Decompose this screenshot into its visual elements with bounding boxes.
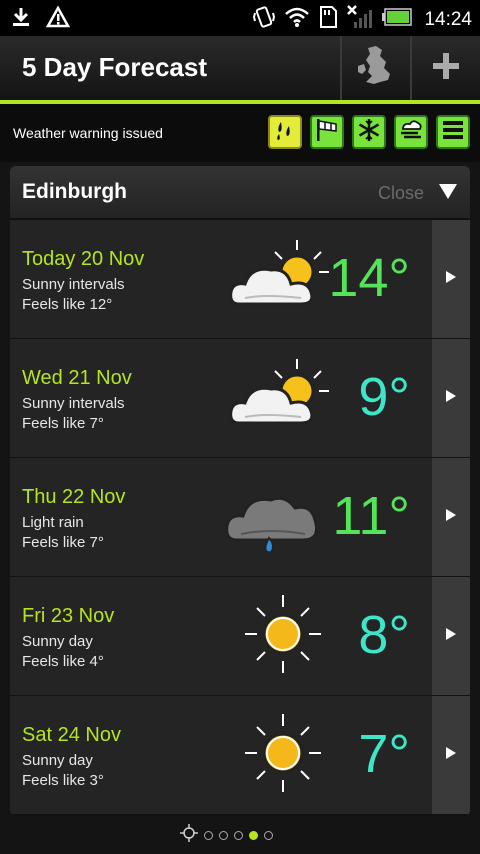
menu-button[interactable] bbox=[436, 115, 470, 149]
sunny-intervals-icon bbox=[225, 351, 335, 441]
status-time: 14:24 bbox=[424, 8, 472, 30]
status-bar: 14:24 bbox=[0, 0, 480, 36]
light-rain-icon bbox=[225, 470, 335, 560]
forecast-temperature: 7° bbox=[358, 724, 410, 784]
warning-bar: Weather warning issued bbox=[0, 104, 480, 162]
forecast-feels-like: Feels like 7° bbox=[22, 534, 104, 551]
no-signal-icon bbox=[346, 4, 374, 35]
triangle-right-icon bbox=[445, 627, 457, 646]
vibrate-icon bbox=[252, 5, 276, 34]
app-header: 5 Day Forecast bbox=[0, 36, 480, 100]
download-icon bbox=[10, 6, 32, 33]
forecast-feels-like: Feels like 7° bbox=[22, 415, 104, 432]
location-header[interactable]: Edinburgh Close bbox=[10, 166, 470, 220]
forecast-temperature: 8° bbox=[358, 605, 410, 665]
triangle-down-icon[interactable] bbox=[438, 182, 458, 205]
warning-text: Weather warning issued bbox=[13, 125, 163, 141]
page-dot[interactable] bbox=[204, 831, 213, 840]
page-title: 5 Day Forecast bbox=[22, 52, 207, 82]
fog-warning-button[interactable] bbox=[394, 115, 428, 149]
alert-triangle-icon bbox=[45, 5, 71, 33]
uk-map-icon bbox=[356, 44, 396, 93]
row-expand-button[interactable] bbox=[432, 220, 470, 338]
page-dot[interactable] bbox=[219, 831, 228, 840]
snow-warning-icon bbox=[356, 117, 382, 148]
row-expand-button[interactable] bbox=[432, 339, 470, 457]
add-location-button[interactable] bbox=[410, 36, 480, 100]
sun-icon bbox=[225, 589, 335, 679]
row-expand-button[interactable] bbox=[432, 696, 470, 814]
page-dot[interactable] bbox=[249, 831, 258, 840]
forecast-feels-like: Feels like 3° bbox=[22, 772, 104, 789]
battery-icon bbox=[382, 8, 413, 31]
locate-icon[interactable] bbox=[180, 824, 198, 847]
menu-icon bbox=[441, 119, 465, 146]
rain-warning-icon bbox=[273, 118, 297, 147]
close-button[interactable]: Close bbox=[378, 183, 424, 204]
forecast-row[interactable]: Thu 22 Nov Light rain Feels like 7° 11° bbox=[10, 458, 470, 578]
forecast-date: Wed 21 Nov bbox=[22, 367, 132, 389]
forecast-date: Fri 23 Nov bbox=[22, 605, 115, 627]
forecast-condition: Sunny intervals bbox=[22, 276, 125, 293]
forecast-condition: Sunny intervals bbox=[22, 395, 125, 412]
row-expand-button[interactable] bbox=[432, 577, 470, 695]
sunny-intervals-icon bbox=[225, 232, 335, 322]
forecast-date: Sat 24 Nov bbox=[22, 724, 121, 746]
fog-warning-icon bbox=[398, 117, 424, 148]
screen: 14:24 5 Day Forecast Weather warning iss… bbox=[0, 0, 480, 854]
triangle-right-icon bbox=[445, 270, 457, 289]
sun-icon bbox=[225, 708, 335, 798]
sd-card-icon bbox=[318, 5, 338, 34]
wind-warning-icon bbox=[314, 117, 340, 148]
forecast-row[interactable]: Today 20 Nov Sunny intervals Feels like … bbox=[10, 220, 470, 340]
forecast-panel: Edinburgh Close Today 20 Nov Sunny inter… bbox=[10, 166, 470, 816]
forecast-row[interactable]: Fri 23 Nov Sunny day Feels like 4° 8° bbox=[10, 577, 470, 697]
forecast-condition: Sunny day bbox=[22, 752, 93, 769]
row-expand-button[interactable] bbox=[432, 458, 470, 576]
forecast-condition: Sunny day bbox=[22, 633, 93, 650]
triangle-right-icon bbox=[445, 746, 457, 765]
forecast-date: Thu 22 Nov bbox=[22, 486, 126, 508]
forecast-feels-like: Feels like 12° bbox=[22, 296, 113, 313]
forecast-row[interactable]: Wed 21 Nov Sunny intervals Feels like 7°… bbox=[10, 339, 470, 459]
forecast-temperature: 14° bbox=[328, 248, 410, 308]
snow-warning-button[interactable] bbox=[352, 115, 386, 149]
triangle-right-icon bbox=[445, 508, 457, 527]
map-button[interactable] bbox=[340, 36, 410, 100]
page-dot[interactable] bbox=[234, 831, 243, 840]
location-name: Edinburgh bbox=[22, 180, 127, 203]
forecast-condition: Light rain bbox=[22, 514, 84, 531]
page-indicator bbox=[180, 824, 273, 847]
rain-warning-button[interactable] bbox=[268, 115, 302, 149]
wifi-icon bbox=[284, 6, 310, 33]
plus-icon bbox=[431, 51, 461, 86]
page-dot[interactable] bbox=[264, 831, 273, 840]
forecast-temperature: 9° bbox=[358, 367, 410, 427]
forecast-feels-like: Feels like 4° bbox=[22, 653, 104, 670]
forecast-date: Today 20 Nov bbox=[22, 248, 145, 270]
wind-warning-button[interactable] bbox=[310, 115, 344, 149]
forecast-temperature: 11° bbox=[332, 486, 410, 546]
triangle-right-icon bbox=[445, 389, 457, 408]
forecast-row[interactable]: Sat 24 Nov Sunny day Feels like 3° 7° bbox=[10, 696, 470, 816]
